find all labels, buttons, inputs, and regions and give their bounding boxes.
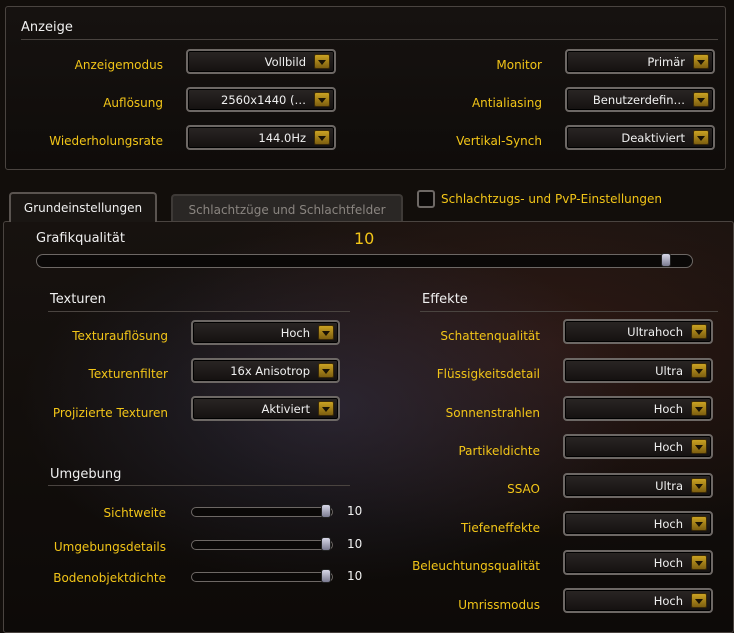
label-lighting-quality: Beleuchtungsqualität: [412, 559, 540, 573]
label-display-mode: Anzeigemodus: [74, 58, 163, 72]
label-environment-detail: Umgebungsdetails: [53, 540, 166, 554]
dropdown-value: Ultra: [655, 479, 683, 493]
dropdown-value: Hoch: [280, 326, 310, 340]
dropdown-value: 16x Anisotrop: [230, 364, 310, 378]
dropdown-value: Aktiviert: [261, 402, 310, 416]
tab-basic-settings[interactable]: Grundeinstellungen: [9, 192, 157, 222]
vsync-dropdown[interactable]: Deaktiviert: [565, 125, 715, 150]
dropdown-value: Hoch: [653, 556, 683, 570]
graphics-quality-label: Grafikqualität: [36, 231, 125, 246]
slider-thumb[interactable]: [321, 504, 332, 518]
label-liquid-detail: Flüssigkeitsdetail: [436, 367, 540, 381]
chevron-down-icon[interactable]: [314, 130, 330, 145]
label-monitor: Monitor: [496, 58, 542, 72]
lighting-quality-dropdown[interactable]: Hoch: [563, 550, 713, 575]
environment-detail-slider[interactable]: [191, 537, 333, 551]
slider-thumb[interactable]: [321, 537, 332, 551]
tab-raids-battlegrounds[interactable]: Schlachtzüge und Schlachtfelder: [171, 194, 403, 224]
environment-divider: [48, 485, 350, 486]
dropdown-value: Primär: [647, 55, 685, 69]
projected-textures-dropdown[interactable]: Aktiviert: [191, 396, 340, 421]
environment-section-title: Umgebung: [50, 467, 122, 482]
dropdown-value: Benutzerdefin…: [592, 93, 685, 107]
label-texture-resolution: Texturauflösung: [72, 329, 168, 343]
label-resolution: Auflösung: [103, 96, 163, 110]
liquid-detail-dropdown[interactable]: Ultra: [563, 358, 713, 383]
label-depth-effects: Tiefeneffekte: [461, 521, 540, 535]
dropdown-value: Ultra: [655, 364, 683, 378]
texture-resolution-dropdown[interactable]: Hoch: [191, 320, 340, 345]
monitor-dropdown[interactable]: Primär: [565, 49, 715, 74]
effects-section-title: Effekte: [422, 292, 468, 307]
pvp-settings-label: Schlachtzugs- und PvP-Einstellungen: [441, 192, 662, 206]
display-section-title: Anzeige: [21, 20, 73, 35]
label-ssao: SSAO: [507, 482, 540, 496]
dropdown-value: 144.0Hz: [258, 131, 306, 145]
outline-mode-dropdown[interactable]: Hoch: [563, 588, 713, 613]
chevron-down-icon[interactable]: [318, 401, 334, 416]
chevron-down-icon[interactable]: [691, 363, 707, 378]
environment-detail-value: 10: [347, 537, 363, 551]
display-divider: [21, 39, 718, 40]
display-mode-dropdown[interactable]: Vollbild: [186, 49, 336, 74]
dropdown-value: Ultrahoch: [627, 325, 683, 339]
chevron-down-icon[interactable]: [691, 516, 707, 531]
chevron-down-icon[interactable]: [691, 439, 707, 454]
dropdown-value: 2560x1440 (…: [221, 93, 306, 107]
dropdown-value: Vollbild: [264, 55, 306, 69]
chevron-down-icon[interactable]: [318, 363, 334, 378]
chevron-down-icon[interactable]: [693, 130, 709, 145]
dropdown-value: Deaktiviert: [621, 131, 685, 145]
slider-thumb[interactable]: [321, 569, 332, 583]
chevron-down-icon[interactable]: [691, 593, 707, 608]
chevron-down-icon[interactable]: [693, 54, 709, 69]
dropdown-value: Hoch: [653, 594, 683, 608]
view-distance-slider[interactable]: [191, 504, 333, 518]
slider-thumb[interactable]: [660, 253, 671, 267]
label-projected-textures: Projizierte Texturen: [52, 406, 168, 420]
chevron-down-icon[interactable]: [314, 92, 330, 107]
chevron-down-icon[interactable]: [318, 325, 334, 340]
particle-density-dropdown[interactable]: Hoch: [563, 434, 713, 459]
refresh-rate-dropdown[interactable]: 144.0Hz: [186, 125, 336, 150]
label-texture-filter: Texturenfilter: [88, 367, 168, 381]
textures-section-title: Texturen: [50, 292, 106, 307]
chevron-down-icon[interactable]: [691, 478, 707, 493]
shadow-quality-dropdown[interactable]: Ultrahoch: [563, 319, 713, 344]
view-distance-value: 10: [347, 504, 363, 518]
sunshafts-dropdown[interactable]: Hoch: [563, 396, 713, 421]
label-particle-density: Partikeldichte: [458, 444, 540, 458]
resolution-dropdown[interactable]: 2560x1440 (…: [186, 87, 336, 112]
texture-filter-dropdown[interactable]: 16x Anisotrop: [191, 358, 340, 383]
chevron-down-icon[interactable]: [691, 401, 707, 416]
label-refresh-rate: Wiederholungsrate: [49, 134, 163, 148]
graphics-quality-value: 10: [354, 229, 375, 248]
label-outline-mode: Umrissmodus: [458, 598, 540, 612]
dropdown-value: Hoch: [653, 440, 683, 454]
textures-divider: [48, 311, 350, 312]
dropdown-value: Hoch: [653, 517, 683, 531]
graphics-quality-slider[interactable]: [36, 253, 693, 268]
dropdown-value: Hoch: [653, 402, 683, 416]
label-sunshafts: Sonnenstrahlen: [445, 406, 540, 420]
chevron-down-icon[interactable]: [314, 54, 330, 69]
antialiasing-dropdown[interactable]: Benutzerdefin…: [565, 87, 715, 112]
depth-effects-dropdown[interactable]: Hoch: [563, 511, 713, 536]
ssao-dropdown[interactable]: Ultra: [563, 473, 713, 498]
chevron-down-icon[interactable]: [693, 92, 709, 107]
chevron-down-icon[interactable]: [691, 324, 707, 339]
label-shadow-quality: Schattenqualität: [440, 329, 540, 343]
pvp-settings-checkbox[interactable]: [417, 190, 435, 208]
ground-clutter-slider[interactable]: [191, 569, 333, 583]
label-view-distance: Sichtweite: [103, 506, 166, 520]
ground-clutter-value: 10: [347, 569, 363, 583]
label-vsync: Vertikal-Synch: [456, 134, 542, 148]
label-ground-clutter: Bodenobjektdichte: [53, 571, 166, 585]
effects-divider: [420, 311, 718, 312]
chevron-down-icon[interactable]: [691, 555, 707, 570]
label-antialiasing: Antialiasing: [471, 96, 542, 110]
